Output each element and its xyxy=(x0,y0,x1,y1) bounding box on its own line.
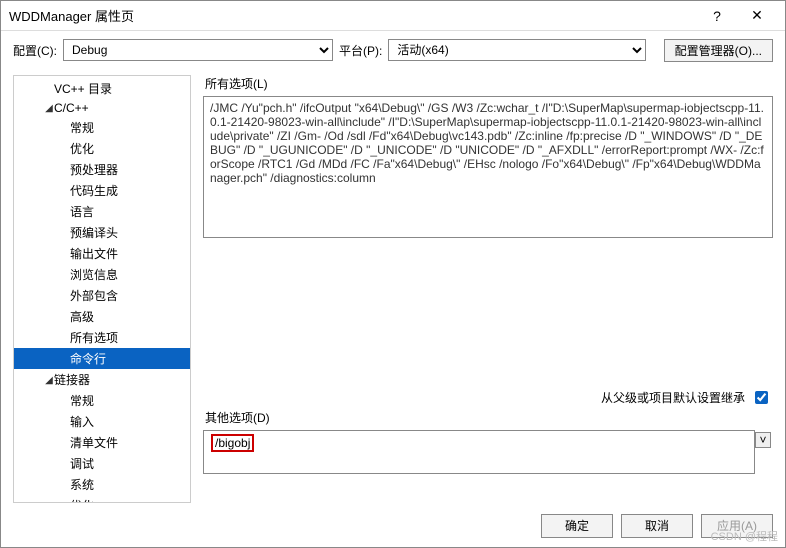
help-button[interactable]: ? xyxy=(697,1,737,31)
tree-item-linker-manifest[interactable]: 清单文件 xyxy=(14,432,190,453)
tree-item-cc-browse[interactable]: 浏览信息 xyxy=(14,264,190,285)
tree-item-cc-codegen[interactable]: 代码生成 xyxy=(14,180,190,201)
tree-item-cc-advanced[interactable]: 高级 xyxy=(14,306,190,327)
expand-button[interactable]: ˅ xyxy=(755,432,771,448)
additional-options-label: 其他选项(D) xyxy=(205,409,773,426)
cancel-button[interactable]: 取消 xyxy=(621,514,693,538)
tree-item-cc[interactable]: ◢C/C++ xyxy=(14,99,190,117)
tree-item-cc-cmdline[interactable]: 命令行 xyxy=(14,348,190,369)
tree-item-cc-allopt[interactable]: 所有选项 xyxy=(14,327,190,348)
close-button[interactable]: ✕ xyxy=(737,1,777,31)
inherit-checkbox[interactable] xyxy=(755,391,768,404)
tree-item-cc-outfile[interactable]: 输出文件 xyxy=(14,243,190,264)
ok-button[interactable]: 确定 xyxy=(541,514,613,538)
platform-label: 平台(P): xyxy=(339,42,382,59)
dialog-footer: 确定 取消 应用(A) xyxy=(1,503,785,547)
config-select[interactable]: Debug xyxy=(63,39,333,61)
tree-item-cc-general[interactable]: 常规 xyxy=(14,117,190,138)
platform-select[interactable]: 活动(x64) xyxy=(388,39,646,61)
config-manager-button[interactable]: 配置管理器(O)... xyxy=(664,39,773,62)
right-panel: 所有选项(L) /JMC /Yu"pch.h" /ifcOutput "x64\… xyxy=(203,75,773,503)
additional-options-value: /bigobj xyxy=(211,434,254,452)
watermark: CSDN @程程 xyxy=(711,528,778,544)
titlebar: WDDManager 属性页 ? ✕ xyxy=(1,1,785,31)
all-options-label: 所有选项(L) xyxy=(205,75,773,92)
additional-options-input[interactable]: /bigobj xyxy=(204,431,754,473)
caret-down-icon: ◢ xyxy=(44,103,54,114)
all-options-text[interactable]: /JMC /Yu"pch.h" /ifcOutput "x64\Debug\" … xyxy=(203,96,773,238)
tree-item-cc-optimize[interactable]: 优化 xyxy=(14,138,190,159)
tree-item-cc-preheader[interactable]: 预编译头 xyxy=(14,222,190,243)
caret-down-icon: ◢ xyxy=(44,375,54,386)
chevron-down-icon: ˅ xyxy=(759,433,766,447)
tree-item-cc-extincl[interactable]: 外部包含 xyxy=(14,285,190,306)
tree-item-linker-optimize[interactable]: 优化 xyxy=(14,495,190,503)
tree-item-linker[interactable]: ◢链接器 xyxy=(14,369,190,390)
window-title: WDDManager 属性页 xyxy=(9,6,134,25)
config-row: 配置(C): Debug 平台(P): 活动(x64) 配置管理器(O)... xyxy=(1,31,785,65)
inherit-label: 从父级或项目默认设置继承 xyxy=(601,389,745,406)
tree-item-linker-debug[interactable]: 调试 xyxy=(14,453,190,474)
config-label: 配置(C): xyxy=(13,42,57,59)
tree-item-cc-prepro[interactable]: 预处理器 xyxy=(14,159,190,180)
tree-item-vcdirs[interactable]: VC++ 目录 xyxy=(14,78,190,99)
tree-item-cc-lang[interactable]: 语言 xyxy=(14,201,190,222)
property-tree[interactable]: VC++ 目录 ◢C/C++ 常规 优化 预处理器 代码生成 语言 预编译头 输… xyxy=(13,75,191,503)
tree-item-linker-general[interactable]: 常规 xyxy=(14,390,190,411)
tree-item-linker-system[interactable]: 系统 xyxy=(14,474,190,495)
tree-item-linker-input[interactable]: 输入 xyxy=(14,411,190,432)
